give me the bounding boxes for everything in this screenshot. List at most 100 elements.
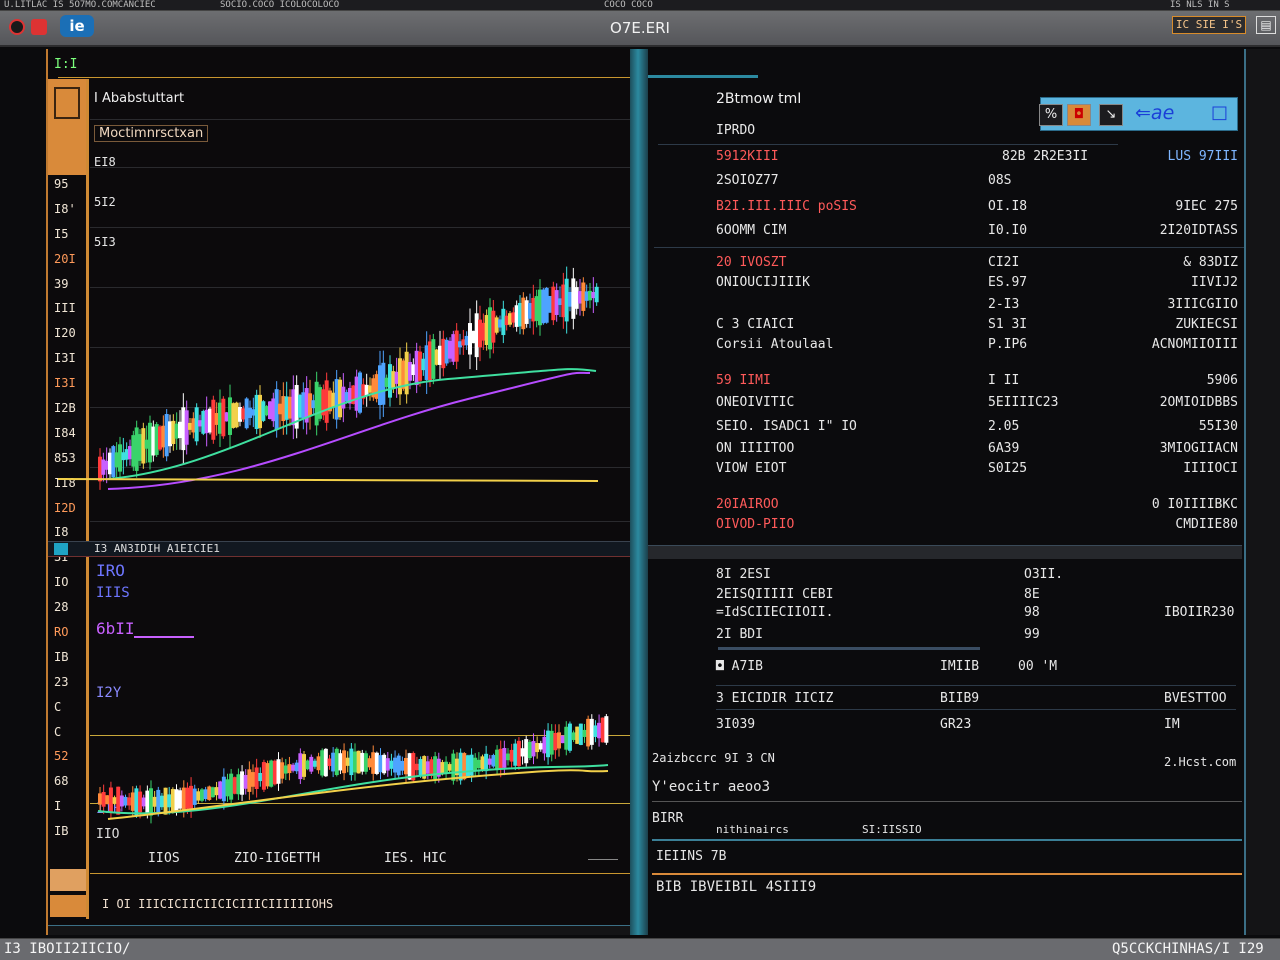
order-cell: 9IEC 275 — [1175, 199, 1238, 214]
tab-rule — [652, 839, 1242, 841]
candle-body — [476, 759, 481, 769]
footer-line: Y'eocitr aeoo3 — [652, 779, 771, 795]
candle-body — [302, 754, 306, 777]
candle-body — [560, 735, 565, 744]
candle-body — [141, 797, 146, 807]
panel-toolbar: % ◘ ↘ ⇐ae □ — [1039, 97, 1238, 131]
candle-body — [396, 755, 401, 776]
candle-body — [207, 786, 212, 800]
indicator-line — [134, 636, 194, 638]
candle-body — [305, 760, 310, 770]
table-divider — [654, 247, 1244, 248]
candle-body — [185, 787, 190, 809]
window-title: O7E.ERI — [610, 19, 670, 37]
footer-line: SI:IISSIO — [862, 823, 922, 836]
candle-body — [524, 739, 529, 764]
candle-body — [513, 743, 518, 766]
position-cell: BIIB9 — [940, 691, 980, 706]
separator-label: I3 AN3IDIH A1EICIE1 — [94, 542, 220, 555]
record-square-icon[interactable]: ◘ — [1067, 104, 1091, 126]
position-cell: 98 — [1024, 605, 1040, 620]
candle-body — [516, 740, 521, 767]
position-cell: ◘ A7IB — [716, 659, 763, 674]
horizontal-scrollbar[interactable] — [48, 925, 634, 935]
chart-panel: I:I I Ababstuttart Moctimnrsctxan EI8 5I… — [46, 49, 634, 935]
status-bar: I3 IBOII2IICIO/ Q5CCKCHINHAS/I I29 — [0, 938, 1280, 960]
footer-line: nithinaircs — [716, 823, 789, 836]
top-strip-mid: SOCIO.COCO ICOLOCOLOCO — [220, 0, 340, 10]
x-axis-label: OS — [164, 851, 180, 866]
order-cell: 0 I0IIIIBKC — [1151, 497, 1238, 512]
top-strip: U.LITLAC IS 5O7MO.COMCANCIEC SOCIO.COCO … — [0, 0, 1280, 11]
tab-label[interactable]: IEIINS 7B — [656, 849, 726, 864]
price-chart[interactable] — [48, 49, 634, 539]
candle-body — [247, 769, 252, 792]
candle-body — [495, 749, 500, 771]
candle-body — [334, 748, 339, 776]
order-cell: S0I25 — [988, 461, 1028, 476]
candle-body — [287, 764, 292, 774]
candle-body — [138, 791, 143, 813]
candle-body — [597, 722, 602, 739]
status-text: BIB IBVEIBIL 4SIII9 — [656, 879, 817, 895]
order-cell: 6A39 — [988, 441, 1020, 456]
candle-body — [594, 286, 599, 303]
order-cell: 3IIICGIIO — [1167, 297, 1238, 312]
candle-body — [546, 730, 551, 758]
candle-body — [487, 758, 492, 765]
scroll-marker[interactable] — [588, 859, 618, 860]
order-cell: 55I30 — [1198, 419, 1238, 434]
indicator-chart[interactable] — [48, 669, 634, 849]
candle-body — [134, 788, 139, 816]
footer-badge[interactable] — [50, 869, 86, 891]
pane-separator[interactable]: I3 AN3IDIH A1EICIE1 — [48, 541, 634, 557]
position-cell: IM — [1164, 717, 1180, 732]
position-cell: 3 EICIDIR IICIZ — [716, 691, 834, 706]
position-cell: 2I BDI — [716, 627, 763, 642]
candle-body — [210, 787, 215, 798]
candle-body — [571, 732, 576, 740]
order-cell: 20 IVOSZT — [716, 255, 787, 270]
window-icon[interactable]: ▤ — [1256, 16, 1276, 34]
toolbar-label[interactable]: ⇐ae — [1135, 102, 1174, 124]
candle-body — [323, 748, 328, 777]
panel-separator[interactable] — [648, 545, 1242, 559]
y-axis-tick: 28 — [54, 600, 69, 615]
candle-body — [538, 743, 543, 750]
candle-body — [327, 758, 332, 767]
scissors-icon[interactable]: % — [1039, 104, 1063, 126]
candle-body — [393, 757, 398, 773]
candle-body — [159, 795, 164, 808]
candle-body — [418, 759, 423, 776]
candle-body — [178, 790, 183, 809]
candle-body — [170, 789, 175, 812]
candle-body — [414, 763, 419, 771]
candle-body — [593, 725, 598, 737]
order-cell: & 83DIZ — [1183, 255, 1238, 270]
candle-body — [152, 796, 157, 807]
vertical-scrollbar[interactable] — [1244, 49, 1280, 935]
candle-body — [225, 779, 230, 797]
candle-body — [101, 791, 106, 807]
candle-body — [283, 765, 288, 774]
panel-splitter[interactable] — [630, 49, 648, 935]
order-cell: IPRDO — [716, 123, 756, 138]
footer-line: 2aizbccrc 9I 3 CN — [652, 751, 775, 765]
position-cell: IMIIB — [940, 659, 980, 674]
moving-average-line — [57, 478, 599, 482]
panel-icon[interactable]: □ — [1211, 102, 1228, 123]
candle-body — [382, 754, 387, 774]
order-cell: OIVOD-PIIO — [716, 517, 795, 532]
arrow-icon[interactable]: ↘ — [1099, 104, 1123, 126]
candle-body — [484, 753, 489, 772]
candle-body — [578, 723, 583, 745]
title-bar: ie O7E.ERI IC SIE I'S ▤ — [0, 11, 1280, 47]
order-cell: I II — [988, 373, 1020, 388]
status-badge[interactable]: IC SIE I'S — [1172, 16, 1246, 34]
footer-badge[interactable] — [50, 895, 86, 917]
indicator-label: IIIS — [96, 585, 130, 601]
candle-body — [338, 753, 343, 771]
candle-body — [214, 787, 219, 796]
candle-body — [371, 752, 376, 774]
order-cell: 82B 2R2E3II — [1002, 149, 1089, 164]
